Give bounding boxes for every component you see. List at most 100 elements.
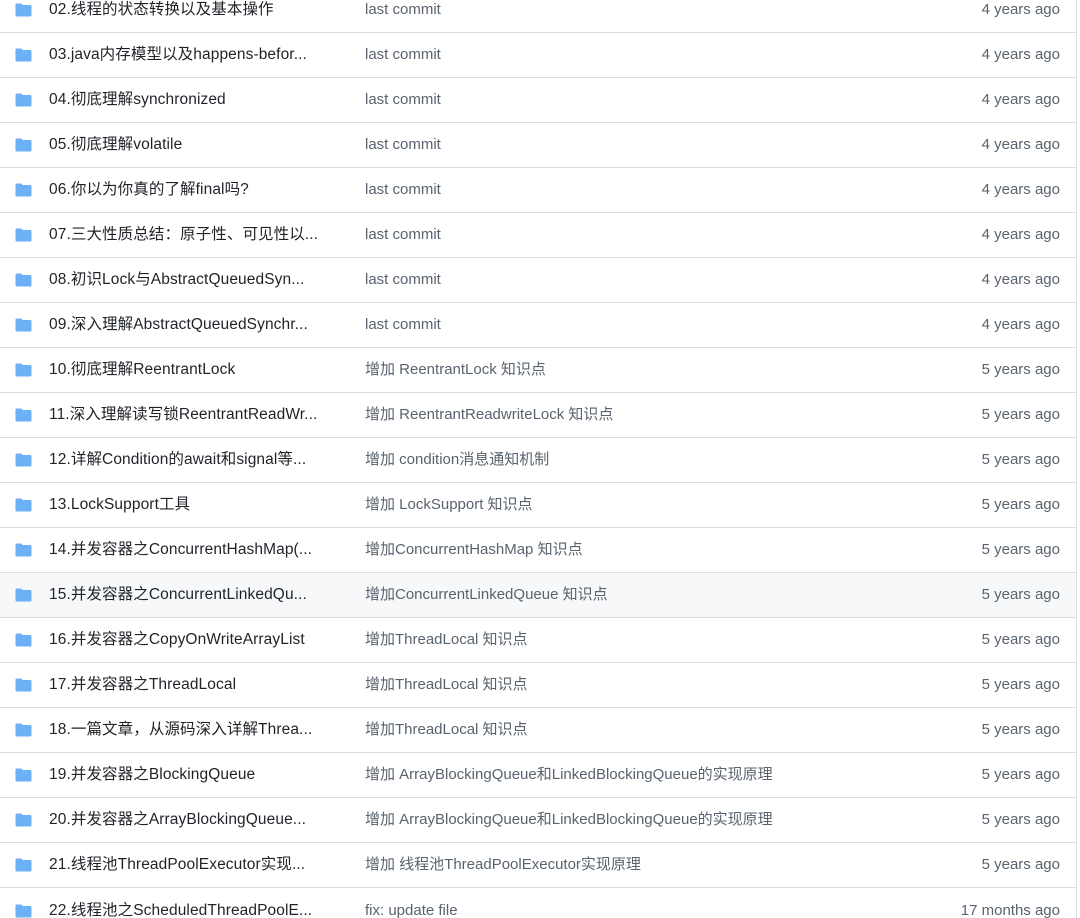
folder-icon	[15, 722, 32, 738]
commit-message-link[interactable]: 增加 LockSupport 知识点	[365, 495, 901, 515]
table-row[interactable]: 07.三大性质总结：原子性、可见性以... last commit 4 years …	[0, 213, 1076, 258]
table-row[interactable]: 18.一篇文章，从源码深入详解Threa... 增加ThreadLocal 知识点…	[0, 708, 1076, 753]
table-row[interactable]: 19.并发容器之BlockingQueue 增加 ArrayBlockingQue…	[0, 753, 1076, 798]
file-name-cell: 21.线程池ThreadPoolExecutor实现...	[0, 855, 365, 875]
table-row[interactable]: 05.彻底理解volatile last commit 4 years ago	[0, 123, 1076, 168]
file-name-link[interactable]: 11.深入理解读写锁ReentrantReadWr...	[49, 405, 317, 425]
folder-icon	[15, 497, 32, 513]
table-row[interactable]: 09.深入理解AbstractQueuedSynchr... last commi…	[0, 303, 1076, 348]
table-row[interactable]: 06.你以为你真的了解final吗? last commit 4 years ago	[0, 168, 1076, 213]
commit-message-link[interactable]: last commit	[365, 315, 901, 335]
commit-message-link[interactable]: last commit	[365, 90, 901, 110]
table-row[interactable]: 15.并发容器之ConcurrentLinkedQu... 增加Concurren…	[0, 573, 1076, 618]
file-name-link[interactable]: 17.并发容器之ThreadLocal	[49, 675, 236, 695]
file-name-link[interactable]: 06.你以为你真的了解final吗?	[49, 180, 249, 200]
folder-icon	[15, 903, 32, 918]
commit-message-link[interactable]: last commit	[365, 180, 901, 200]
file-name-cell: 04.彻底理解synchronized	[0, 90, 365, 110]
folder-icon	[15, 47, 32, 63]
table-row[interactable]: 02.线程的状态转换以及基本操作 last commit 4 years ago	[0, 0, 1076, 33]
file-name-link[interactable]: 21.线程池ThreadPoolExecutor实现...	[49, 855, 305, 875]
file-name-cell: 09.深入理解AbstractQueuedSynchr...	[0, 315, 365, 335]
table-row[interactable]: 16.并发容器之CopyOnWriteArrayList 增加ThreadLoca…	[0, 618, 1076, 663]
commit-message-link[interactable]: 增加ConcurrentHashMap 知识点	[365, 540, 901, 560]
table-row[interactable]: 03.java内存模型以及happens-befor... last commit…	[0, 33, 1076, 78]
folder-icon	[15, 632, 32, 648]
commit-message-link[interactable]: 增加 ReentrantLock 知识点	[365, 360, 901, 380]
folder-icon	[15, 812, 32, 828]
file-name-cell: 14.并发容器之ConcurrentHashMap(...	[0, 540, 365, 560]
commit-age: 17 months ago	[960, 901, 1060, 918]
commit-age: 5 years ago	[981, 811, 1060, 828]
commit-age: 4 years ago	[981, 1, 1060, 18]
commit-message-link[interactable]: 增加 ArrayBlockingQueue和LinkedBlockingQueu…	[365, 810, 901, 830]
folder-icon	[15, 857, 32, 873]
file-name-link[interactable]: 13.LockSupport工具	[49, 495, 190, 515]
file-name-cell: 16.并发容器之CopyOnWriteArrayList	[0, 630, 365, 650]
file-name-cell: 19.并发容器之BlockingQueue	[0, 765, 365, 785]
file-name-link[interactable]: 04.彻底理解synchronized	[49, 90, 226, 110]
file-name-cell: 06.你以为你真的了解final吗?	[0, 180, 365, 200]
commit-message-link[interactable]: last commit	[365, 225, 901, 245]
commit-age: 5 years ago	[981, 541, 1060, 558]
table-row[interactable]: 14.并发容器之ConcurrentHashMap(... 增加Concurren…	[0, 528, 1076, 573]
table-row[interactable]: 17.并发容器之ThreadLocal 增加ThreadLocal 知识点 5 ye…	[0, 663, 1076, 708]
file-name-link[interactable]: 03.java内存模型以及happens-befor...	[49, 45, 307, 65]
commit-message-link[interactable]: last commit	[365, 135, 901, 155]
file-name-link[interactable]: 05.彻底理解volatile	[49, 135, 182, 155]
file-name-cell: 20.并发容器之ArrayBlockingQueue...	[0, 810, 365, 830]
commit-message-link[interactable]: 增加ConcurrentLinkedQueue 知识点	[365, 585, 901, 605]
commit-message-link[interactable]: last commit	[365, 45, 901, 65]
file-name-link[interactable]: 08.初识Lock与AbstractQueuedSyn...	[49, 270, 304, 290]
commit-age: 5 years ago	[981, 856, 1060, 873]
commit-message-link[interactable]: 增加 ArrayBlockingQueue和LinkedBlockingQueu…	[365, 765, 901, 785]
table-row[interactable]: 21.线程池ThreadPoolExecutor实现... 增加 线程池Threa…	[0, 843, 1076, 888]
commit-message-link[interactable]: 增加 condition消息通知机制	[365, 450, 901, 470]
file-name-cell: 17.并发容器之ThreadLocal	[0, 675, 365, 695]
commit-message-link[interactable]: 增加ThreadLocal 知识点	[365, 720, 901, 740]
file-name-link[interactable]: 15.并发容器之ConcurrentLinkedQu...	[49, 585, 307, 605]
folder-icon	[15, 227, 32, 243]
commit-message-link[interactable]: last commit	[365, 270, 901, 290]
table-row[interactable]: 22.线程池之ScheduledThreadPoolE... fix: updat…	[0, 888, 1076, 918]
folder-icon	[15, 407, 32, 423]
table-row[interactable]: 20.并发容器之ArrayBlockingQueue... 增加 ArrayBlo…	[0, 798, 1076, 843]
commit-message-link[interactable]: 增加 ReentrantReadwriteLock 知识点	[365, 405, 901, 425]
file-name-link[interactable]: 12.详解Condition的await和signal等...	[49, 450, 306, 470]
file-name-cell: 15.并发容器之ConcurrentLinkedQu...	[0, 585, 365, 605]
table-row[interactable]: 13.LockSupport工具 增加 LockSupport 知识点 5 year…	[0, 483, 1076, 528]
commit-message-link[interactable]: 增加ThreadLocal 知识点	[365, 630, 901, 650]
file-name-link[interactable]: 18.一篇文章，从源码深入详解Threa...	[49, 720, 312, 740]
file-name-link[interactable]: 07.三大性质总结：原子性、可见性以...	[49, 225, 318, 245]
commit-age: 5 years ago	[981, 406, 1060, 423]
commit-age: 5 years ago	[981, 496, 1060, 513]
table-row[interactable]: 08.初识Lock与AbstractQueuedSyn... last commi…	[0, 258, 1076, 303]
file-name-link[interactable]: 22.线程池之ScheduledThreadPoolE...	[49, 901, 312, 918]
file-name-cell: 05.彻底理解volatile	[0, 135, 365, 155]
file-name-cell: 11.深入理解读写锁ReentrantReadWr...	[0, 405, 365, 425]
table-row[interactable]: 12.详解Condition的await和signal等... 增加 condit…	[0, 438, 1076, 483]
commit-message-link[interactable]: last commit	[365, 0, 901, 20]
commit-age: 5 years ago	[981, 676, 1060, 693]
table-row[interactable]: 04.彻底理解synchronized last commit 4 years ag…	[0, 78, 1076, 123]
table-row[interactable]: 10.彻底理解ReentrantLock 增加 ReentrantLock 知识点…	[0, 348, 1076, 393]
file-name-link[interactable]: 16.并发容器之CopyOnWriteArrayList	[49, 630, 305, 650]
table-row[interactable]: 11.深入理解读写锁ReentrantReadWr... 增加 Reentrant…	[0, 393, 1076, 438]
commit-age: 5 years ago	[981, 766, 1060, 783]
commit-age: 5 years ago	[981, 631, 1060, 648]
commit-age: 4 years ago	[981, 136, 1060, 153]
file-name-link[interactable]: 09.深入理解AbstractQueuedSynchr...	[49, 315, 308, 335]
file-name-link[interactable]: 20.并发容器之ArrayBlockingQueue...	[49, 810, 306, 830]
file-name-link[interactable]: 10.彻底理解ReentrantLock	[49, 360, 235, 380]
file-name-link[interactable]: 14.并发容器之ConcurrentHashMap(...	[49, 540, 312, 560]
commit-message-link[interactable]: 增加ThreadLocal 知识点	[365, 675, 901, 695]
commit-age: 4 years ago	[981, 271, 1060, 288]
commit-message-link[interactable]: 增加 线程池ThreadPoolExecutor实现原理	[365, 855, 901, 875]
file-name-cell: 02.线程的状态转换以及基本操作	[0, 0, 365, 20]
file-name-link[interactable]: 19.并发容器之BlockingQueue	[49, 765, 255, 785]
commit-message-link[interactable]: fix: update file	[365, 901, 901, 918]
folder-icon	[15, 767, 32, 783]
file-name-link[interactable]: 02.线程的状态转换以及基本操作	[49, 0, 274, 20]
file-name-cell: 03.java内存模型以及happens-befor...	[0, 45, 365, 65]
file-name-cell: 08.初识Lock与AbstractQueuedSyn...	[0, 270, 365, 290]
